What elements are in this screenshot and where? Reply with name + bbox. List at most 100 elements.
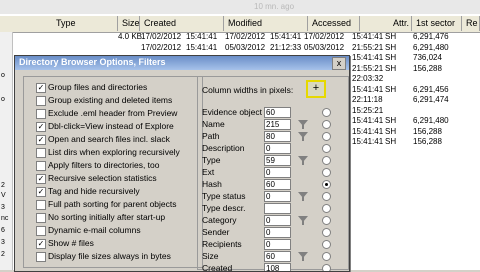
- sort-radio[interactable]: [322, 156, 331, 165]
- option-label: Open and search files incl. slack: [48, 134, 170, 144]
- filter-icon[interactable]: [298, 120, 308, 129]
- column-width-input[interactable]: 0: [264, 239, 291, 250]
- row-accessed-time: 15:41:41: [352, 126, 384, 136]
- column-widths-title: Column widths in pixels:: [202, 85, 294, 95]
- column-width-row: Type descr.: [198, 203, 348, 215]
- row-size: 4.0 KB: [118, 32, 143, 41]
- column-width-row: Description 0: [198, 143, 348, 155]
- checkbox[interactable]: [36, 213, 46, 223]
- row-accessed-date: 05/03/2012: [304, 42, 345, 52]
- filter-icon[interactable]: [298, 192, 308, 201]
- column-header-size[interactable]: Size: [118, 16, 140, 31]
- options-panel: ✓ Group files and directories Group existi…: [23, 76, 203, 268]
- column-name-label: Created: [202, 263, 233, 272]
- column-width-input[interactable]: 0: [264, 227, 291, 238]
- row-first-sector: 156,288: [413, 137, 442, 146]
- sort-radio[interactable]: [322, 168, 331, 177]
- filter-icon[interactable]: [298, 216, 308, 225]
- checkbox[interactable]: ✓: [36, 187, 46, 197]
- left-strip-label: 3: [1, 239, 5, 246]
- column-name-label: Recipients: [202, 239, 242, 249]
- sort-radio[interactable]: [322, 120, 331, 129]
- row-first-sector: 6,291,480: [413, 116, 449, 125]
- sort-radio[interactable]: [322, 252, 331, 261]
- checkbox[interactable]: ✓: [36, 83, 46, 93]
- column-name-label: Type status: [202, 191, 246, 201]
- column-widths-panel: Column widths in pixels: + Evidence obje…: [197, 76, 349, 272]
- checkbox[interactable]: ✓: [36, 122, 46, 132]
- column-width-input[interactable]: 60: [264, 179, 291, 190]
- filter-icon[interactable]: [298, 132, 308, 141]
- column-name-label: Type descr.: [202, 203, 246, 213]
- sort-radio[interactable]: [322, 240, 331, 249]
- checkbox[interactable]: [36, 200, 46, 210]
- left-strip-label: 3: [1, 204, 5, 211]
- filter-icon[interactable]: [298, 252, 308, 261]
- option-label: Apply filters to directories, too: [48, 160, 160, 170]
- column-header-type[interactable]: Type: [52, 16, 118, 31]
- row-attr: SH: [385, 63, 397, 73]
- checkbox[interactable]: [36, 226, 46, 236]
- checkbox[interactable]: [36, 148, 46, 158]
- row-first-sector: 156,288: [413, 63, 442, 73]
- checkbox[interactable]: [36, 161, 46, 171]
- dialog-titlebar[interactable]: Directory Browser Options, Filters x: [15, 56, 349, 70]
- close-button[interactable]: x: [332, 57, 346, 70]
- column-width-input[interactable]: 0: [264, 167, 291, 178]
- row-accessed-time: 15:41:41: [352, 84, 384, 94]
- column-header-re[interactable]: Re: [462, 16, 480, 31]
- option-label: Dynamic e-mail columns: [48, 225, 141, 235]
- row-accessed-time: 15:41:41: [352, 53, 384, 62]
- column-width-input[interactable]: 59: [264, 155, 291, 166]
- row-created-time: 15:41:41: [186, 42, 218, 52]
- sort-radio[interactable]: [322, 264, 331, 271]
- column-header-attr[interactable]: Attr.: [360, 16, 412, 31]
- checkbox[interactable]: [36, 109, 46, 119]
- sort-radio[interactable]: [322, 108, 331, 117]
- option-label: Dbl-click=View instead of Explore: [48, 121, 174, 131]
- filter-icon[interactable]: [298, 156, 308, 165]
- table-row[interactable]: 17/02/2012 15:41:41 05/03/2012 21:12:33 05/0…: [0, 43, 480, 53]
- column-width-input[interactable]: 60: [264, 251, 291, 262]
- row-first-sector: 6,291,476: [413, 32, 449, 41]
- faded-title-text: 10 mn. ago: [254, 2, 295, 11]
- column-name-label: Path: [202, 131, 220, 141]
- checkbox[interactable]: [36, 252, 46, 262]
- background-header-strip: 10 mn. ago: [0, 0, 480, 14]
- column-width-input[interactable]: 0: [264, 191, 291, 202]
- checkbox[interactable]: ✓: [36, 135, 46, 145]
- column-width-input[interactable]: 80: [264, 131, 291, 142]
- sort-radio[interactable]: [322, 132, 331, 141]
- column-header-modified[interactable]: Modified: [224, 16, 308, 31]
- row-accessed-time: 22:11:18: [352, 95, 383, 104]
- sort-radio[interactable]: [322, 192, 331, 201]
- checkbox[interactable]: ✓: [36, 174, 46, 184]
- column-width-input[interactable]: 0: [264, 143, 291, 154]
- column-width-row: Path 80: [198, 131, 348, 143]
- sort-radio[interactable]: [322, 216, 331, 225]
- column-header-created[interactable]: Created: [140, 16, 224, 31]
- sort-radio[interactable]: [322, 144, 331, 153]
- option-label: Group files and directories: [48, 82, 148, 92]
- row-attr: SH: [385, 137, 397, 146]
- column-width-input[interactable]: 60: [264, 107, 291, 118]
- column-width-row: Created 108: [198, 263, 348, 272]
- sort-radio[interactable]: [322, 204, 331, 213]
- column-header-accessed[interactable]: Accessed: [308, 16, 360, 31]
- option-label: List dirs when exploring recursively: [48, 147, 180, 157]
- column-name-label: Hash: [202, 179, 222, 189]
- checkbox[interactable]: ✓: [36, 239, 46, 249]
- column-width-input[interactable]: 215: [264, 119, 291, 130]
- column-name-label: Type: [202, 155, 221, 165]
- column-width-input[interactable]: 108: [264, 263, 291, 271]
- table-row[interactable]: 4.0 KB 17/02/2012 15:41:41 17/02/2012 15:41:…: [0, 32, 480, 42]
- sort-radio[interactable]: [322, 228, 331, 237]
- column-header-first-sector[interactable]: 1st sector: [412, 16, 462, 31]
- sort-radio[interactable]: [322, 180, 331, 189]
- column-width-input[interactable]: 0: [264, 215, 291, 226]
- option-label: Display file sizes always in bytes: [48, 251, 171, 261]
- checkbox[interactable]: [36, 96, 46, 106]
- column-width-input[interactable]: [264, 203, 291, 214]
- add-column-button[interactable]: +: [306, 80, 326, 98]
- row-modified-time: 21:12:33: [270, 42, 302, 52]
